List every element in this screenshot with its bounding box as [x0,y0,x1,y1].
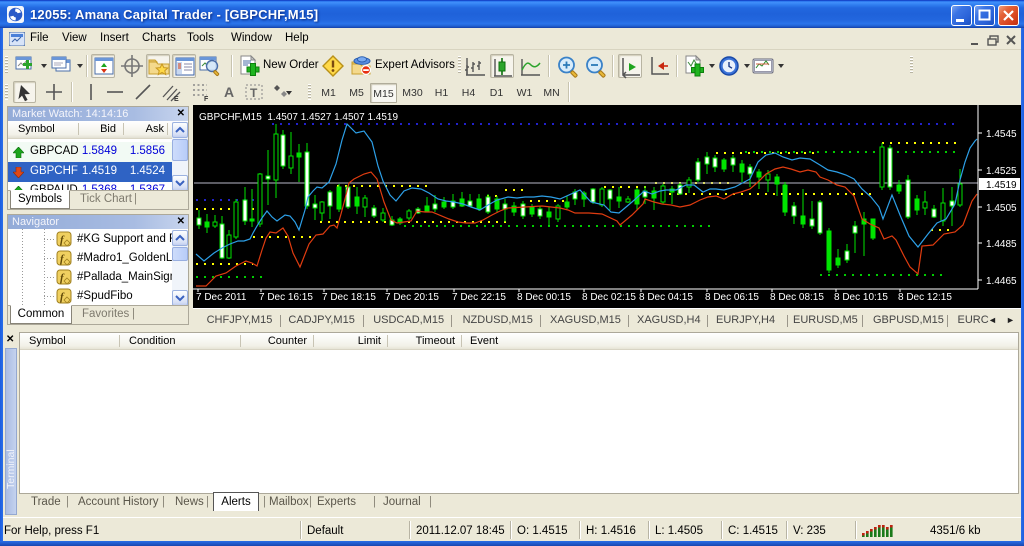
svg-text:1.4465: 1.4465 [986,276,1017,287]
svg-text:8 Dec 04:15: 8 Dec 04:15 [639,292,693,303]
svg-text:7 Dec 22:15: 7 Dec 22:15 [452,292,506,303]
svg-text:F: F [204,96,209,103]
svg-text:8 Dec 12:15: 8 Dec 12:15 [898,292,952,303]
svg-text:A: A [224,84,234,100]
svg-text:8 Dec 06:15: 8 Dec 06:15 [705,292,759,303]
svg-text:7 Dec 2011: 7 Dec 2011 [196,292,247,303]
svg-text:1.4485: 1.4485 [986,239,1017,250]
svg-text:8 Dec 00:15: 8 Dec 00:15 [517,292,571,303]
svg-text:1.4505: 1.4505 [986,203,1017,214]
svg-text:8 Dec 02:15: 8 Dec 02:15 [582,292,636,303]
svg-text:7 Dec 20:15: 7 Dec 20:15 [385,292,439,303]
svg-text:8 Dec 08:15: 8 Dec 08:15 [770,292,824,303]
svg-text:8 Dec 10:15: 8 Dec 10:15 [834,292,888,303]
svg-text:GBPCHF,M15 1.4507 1.4527 1.45: GBPCHF,M15 1.4507 1.4527 1.4507 1.4519 [199,112,398,123]
svg-text:1.4519: 1.4519 [986,180,1017,191]
svg-text:T: T [250,86,258,100]
svg-text:7 Dec 16:15: 7 Dec 16:15 [259,292,313,303]
svg-text:1.4545: 1.4545 [986,129,1017,140]
svg-text:1.4525: 1.4525 [986,166,1017,177]
svg-text:E: E [174,96,179,103]
svg-text:7 Dec 18:15: 7 Dec 18:15 [322,292,376,303]
